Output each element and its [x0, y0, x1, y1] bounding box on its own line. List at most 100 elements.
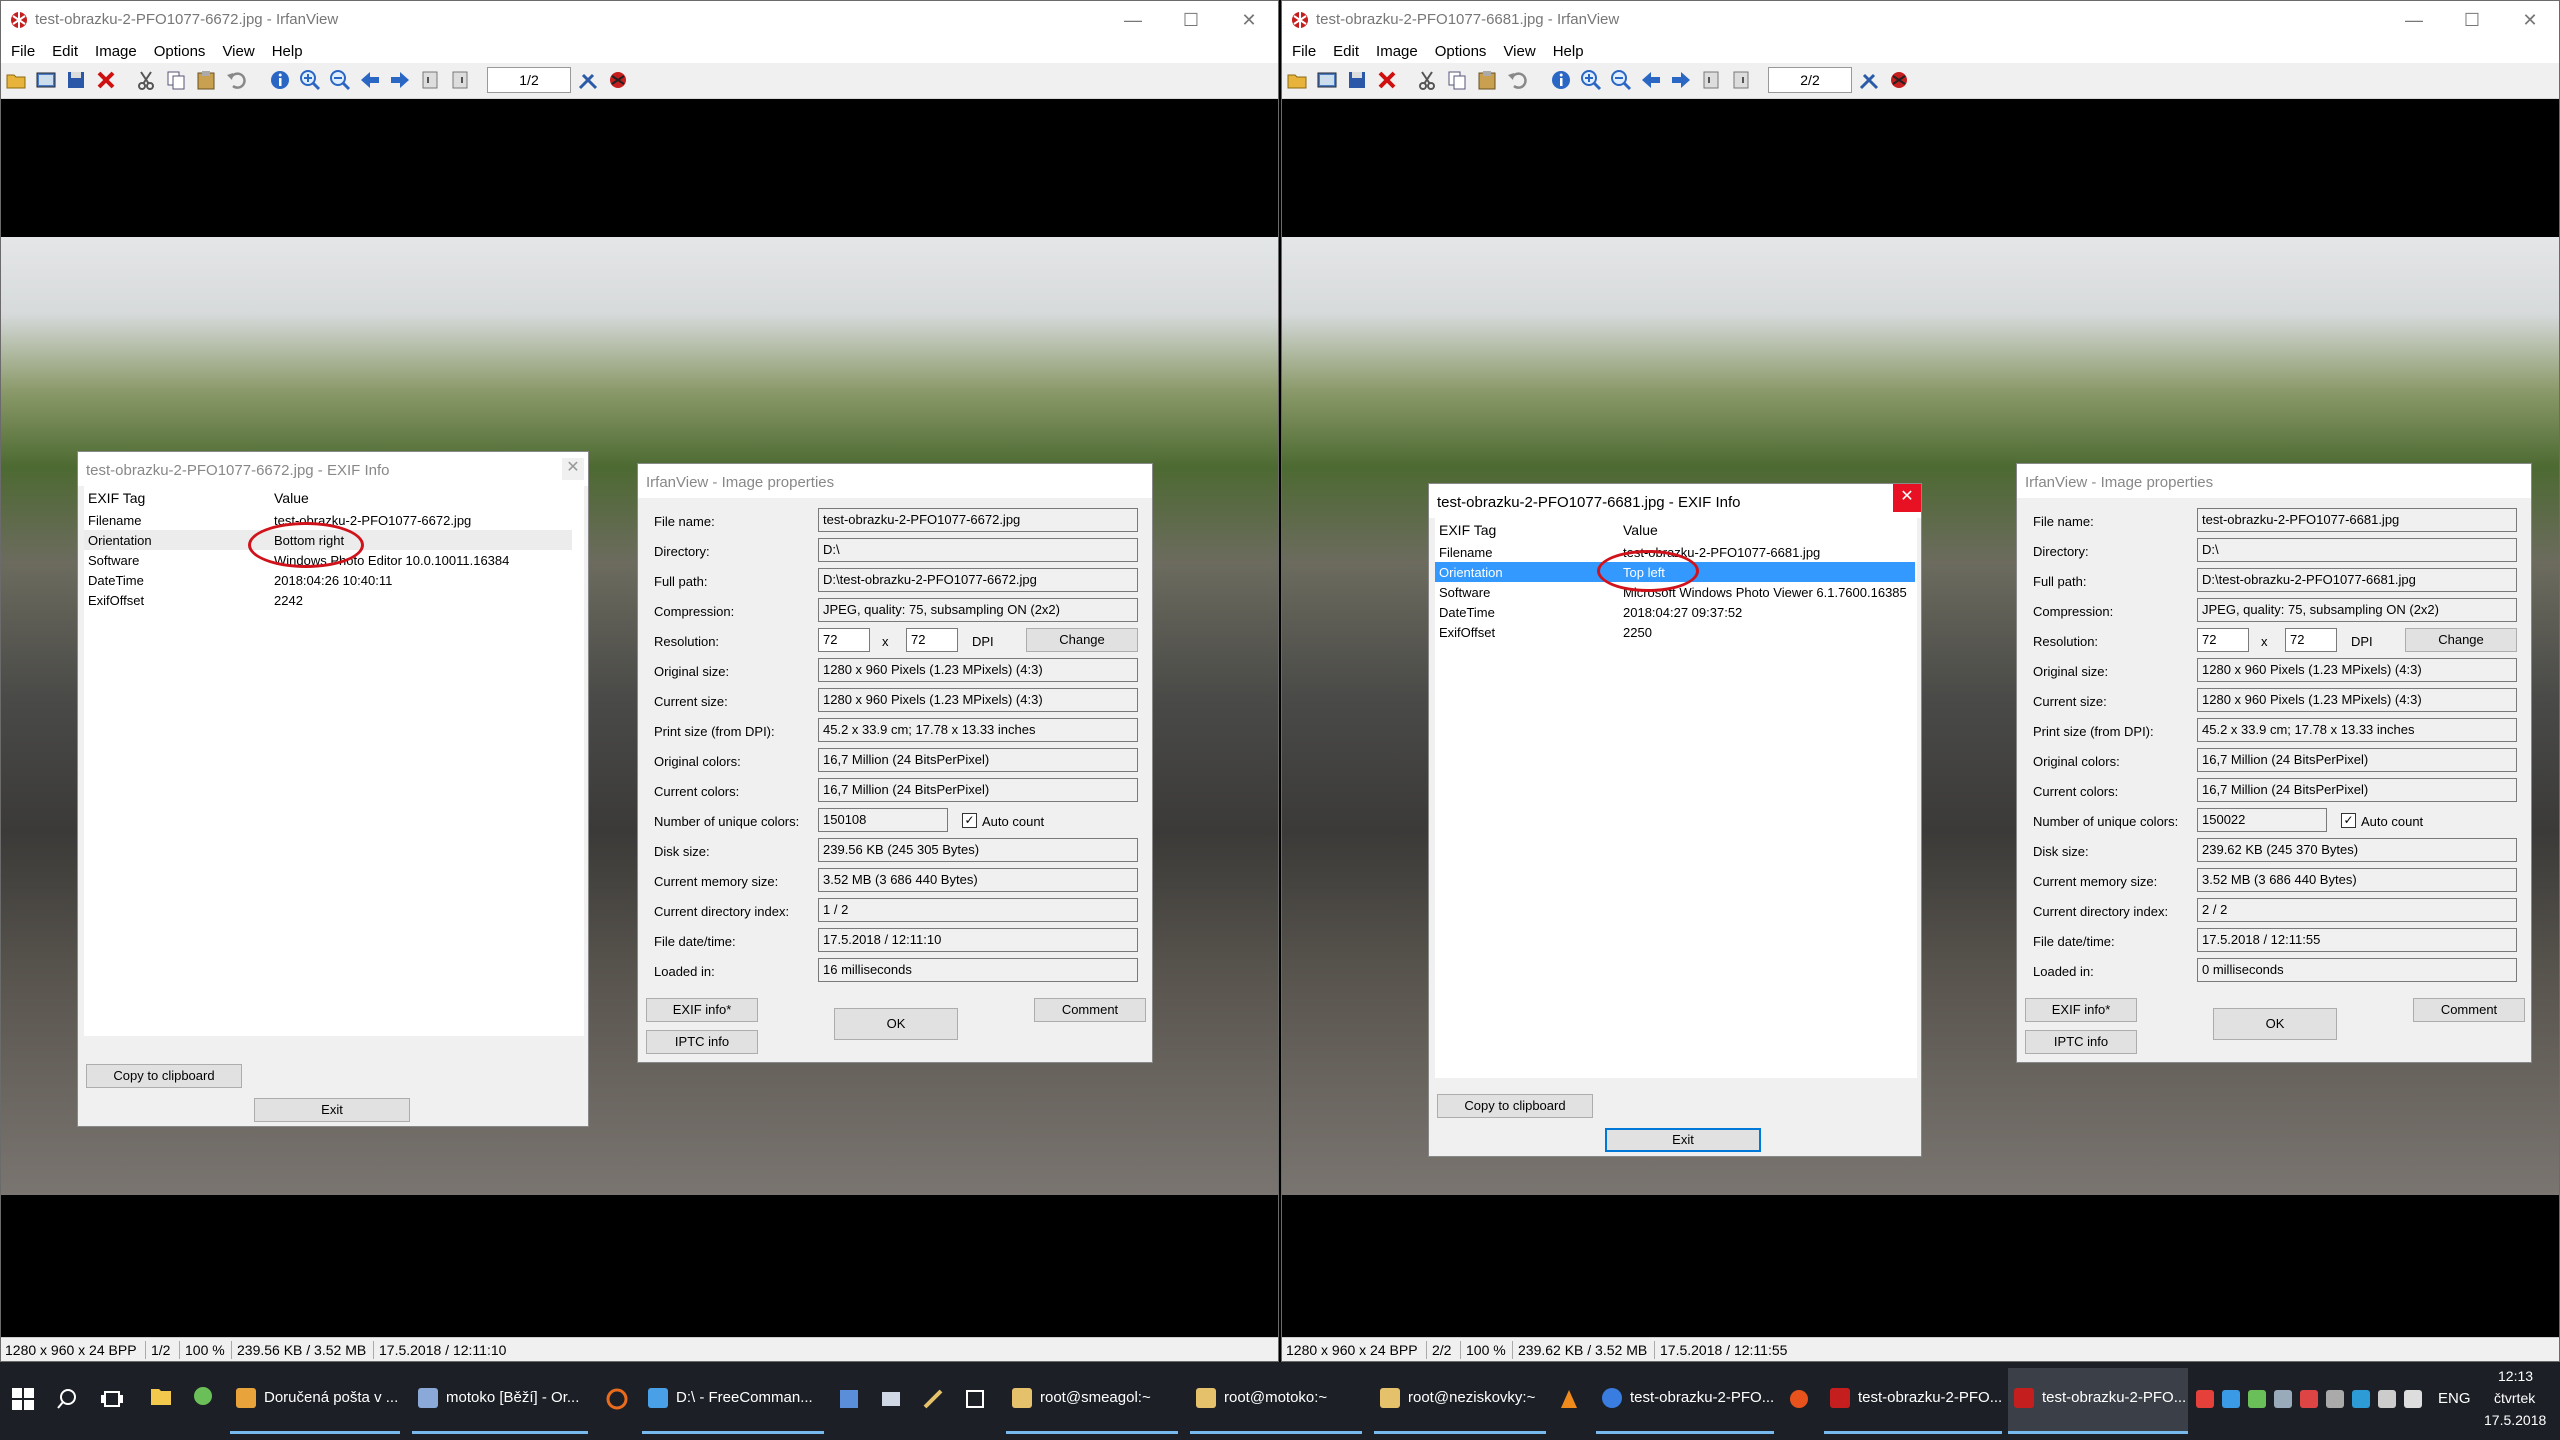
- copy-to-clipboard-button[interactable]: Copy to clipboard: [86, 1064, 242, 1088]
- clock-time[interactable]: 12:13: [2498, 1368, 2533, 1384]
- close-window-button[interactable]: ✕: [1220, 1, 1278, 39]
- taskbar-item-ssh-smeagol[interactable]: root@smeagol:~: [1006, 1368, 1178, 1434]
- change-button[interactable]: Change: [2405, 628, 2517, 652]
- menu-help[interactable]: Help: [262, 39, 310, 60]
- exif-table[interactable]: EXIF Tag Value Filename test-obrazku-2-PF…: [84, 486, 584, 1036]
- task-view-icon[interactable]: [100, 1388, 124, 1410]
- menu-image[interactable]: Image: [1366, 39, 1425, 60]
- copy-icon[interactable]: [1446, 69, 1468, 91]
- field-current-size[interactable]: 1280 x 960 Pixels (1.23 MPixels) (4:3): [818, 688, 1138, 712]
- dpi-x-input[interactable]: 72: [2197, 628, 2249, 652]
- open-folder-icon[interactable]: [5, 69, 27, 91]
- field-dir-index[interactable]: 2 / 2: [2197, 898, 2517, 922]
- menu-file[interactable]: File: [1, 39, 42, 60]
- taskbar-item-ssh-motoko[interactable]: root@motoko:~: [1190, 1368, 1362, 1434]
- field-original-colors[interactable]: 16,7 Million (24 BitsPerPixel): [818, 748, 1138, 772]
- comment-button[interactable]: Comment: [1034, 998, 1146, 1022]
- tray-app-icon[interactable]: [2248, 1390, 2266, 1408]
- windows-start-icon[interactable]: [12, 1388, 34, 1410]
- previous-image-icon[interactable]: [359, 69, 381, 91]
- zoom-in-icon[interactable]: [1580, 69, 1602, 91]
- field-compression[interactable]: JPEG, quality: 75, subsampling ON (2x2): [2197, 598, 2517, 622]
- page-number-box[interactable]: 2/2: [1768, 67, 1852, 93]
- field-original-colors[interactable]: 16,7 Million (24 BitsPerPixel): [2197, 748, 2517, 772]
- exif-info-button[interactable]: EXIF info*: [2025, 998, 2137, 1022]
- save-icon[interactable]: [1346, 69, 1368, 91]
- tray-app-icon[interactable]: [2196, 1390, 2214, 1408]
- paste-icon[interactable]: [195, 69, 217, 91]
- camera-app-icon[interactable]: [880, 1388, 902, 1410]
- field-directory[interactable]: D:\: [818, 538, 1138, 562]
- close-window-button[interactable]: ✕: [2501, 1, 2559, 39]
- irfanview-logo-icon[interactable]: [1888, 69, 1910, 91]
- change-button[interactable]: Change: [1026, 628, 1138, 652]
- menu-edit[interactable]: Edit: [42, 39, 85, 60]
- minimize-button[interactable]: —: [2385, 1, 2443, 39]
- copy-to-clipboard-button[interactable]: Copy to clipboard: [1437, 1094, 1593, 1118]
- language-indicator[interactable]: ENG: [2438, 1390, 2471, 1407]
- field-compression[interactable]: JPEG, quality: 75, subsampling ON (2x2): [818, 598, 1138, 622]
- box-app-icon[interactable]: [964, 1388, 986, 1410]
- taskbar-item-freecommander[interactable]: D:\ - FreeComman...: [642, 1368, 824, 1434]
- next-image-icon[interactable]: [389, 69, 411, 91]
- clock-date[interactable]: 17.5.2018: [2484, 1412, 2546, 1428]
- table-row[interactable]: DateTime 2018:04:26 10:40:11: [84, 570, 572, 590]
- table-row[interactable]: ExifOffset 2250: [1435, 622, 1915, 642]
- field-current-colors[interactable]: 16,7 Million (24 BitsPerPixel): [2197, 778, 2517, 802]
- chat-app-icon[interactable]: [192, 1386, 214, 1408]
- taskbar-item-irfanview-2[interactable]: test-obrazku-2-PFO...: [2008, 1368, 2188, 1434]
- ok-button[interactable]: OK: [2213, 1008, 2337, 1040]
- settings-icon[interactable]: [577, 69, 599, 91]
- table-row[interactable]: DateTime 2018:04:27 09:37:52: [1435, 602, 1915, 622]
- cut-icon[interactable]: [1416, 69, 1438, 91]
- save-icon[interactable]: [65, 69, 87, 91]
- field-file-datetime[interactable]: 17.5.2018 / 12:11:55: [2197, 928, 2517, 952]
- field-memory-size[interactable]: 3.52 MB (3 686 440 Bytes): [2197, 868, 2517, 892]
- field-file-datetime[interactable]: 17.5.2018 / 12:11:10: [818, 928, 1138, 952]
- exif-info-button[interactable]: EXIF info*: [646, 998, 758, 1022]
- firefox-icon[interactable]: [1788, 1388, 1810, 1410]
- comment-button[interactable]: Comment: [2413, 998, 2525, 1022]
- taskbar-item-virtualbox[interactable]: motoko [Běží] - Or...: [412, 1368, 588, 1434]
- exif-table[interactable]: EXIF Tag Value Filename test-obrazku-2-PF…: [1435, 518, 1917, 1078]
- paste-icon[interactable]: [1476, 69, 1498, 91]
- first-page-icon[interactable]: [1700, 69, 1722, 91]
- tray-app-icon[interactable]: [2222, 1390, 2240, 1408]
- field-disk-size[interactable]: 239.56 KB (245 305 Bytes): [818, 838, 1138, 862]
- settings-icon[interactable]: [1858, 69, 1880, 91]
- ok-button[interactable]: OK: [834, 1008, 958, 1040]
- col-header-tag[interactable]: EXIF Tag: [88, 490, 145, 506]
- menu-image[interactable]: Image: [85, 39, 144, 60]
- auto-count-checkbox[interactable]: ✓: [962, 813, 977, 828]
- iptc-info-button[interactable]: IPTC info: [2025, 1030, 2137, 1054]
- info-icon[interactable]: [269, 69, 291, 91]
- page-number-box[interactable]: 1/2: [487, 67, 571, 93]
- delete-icon[interactable]: [95, 69, 117, 91]
- field-loaded-in[interactable]: 0 milliseconds: [2197, 958, 2517, 982]
- iptc-info-button[interactable]: IPTC info: [646, 1030, 758, 1054]
- field-file-name[interactable]: test-obrazku-2-PFO1077-6681.jpg: [2197, 508, 2517, 532]
- col-header-value[interactable]: Value: [1623, 522, 1658, 538]
- undo-icon[interactable]: [225, 69, 247, 91]
- zoom-out-icon[interactable]: [1610, 69, 1632, 91]
- tray-app-icon[interactable]: [2274, 1390, 2292, 1408]
- last-page-icon[interactable]: [449, 69, 471, 91]
- menu-file[interactable]: File: [1282, 39, 1323, 60]
- menu-options[interactable]: Options: [144, 39, 213, 60]
- taskbar-item-browser[interactable]: test-obrazku-2-PFO...: [1596, 1368, 1774, 1434]
- next-image-icon[interactable]: [1670, 69, 1692, 91]
- field-unique-colors[interactable]: 150022: [2197, 808, 2327, 832]
- dialog-close-button[interactable]: ✕: [562, 458, 584, 480]
- title-bar[interactable]: test-obrazku-2-PFO1077-6681.jpg - IrfanV…: [1282, 1, 2559, 39]
- minimize-button[interactable]: —: [1104, 1, 1162, 39]
- maximize-button[interactable]: ☐: [1162, 1, 1220, 39]
- field-current-colors[interactable]: 16,7 Million (24 BitsPerPixel): [818, 778, 1138, 802]
- auto-count-checkbox[interactable]: ✓: [2341, 813, 2356, 828]
- exit-button[interactable]: Exit: [254, 1098, 410, 1122]
- menu-edit[interactable]: Edit: [1323, 39, 1366, 60]
- table-row[interactable]: ExifOffset 2242: [84, 590, 572, 610]
- exit-button[interactable]: Exit: [1605, 1128, 1761, 1152]
- field-original-size[interactable]: 1280 x 960 Pixels (1.23 MPixels) (4:3): [2197, 658, 2517, 682]
- field-directory[interactable]: D:\: [2197, 538, 2517, 562]
- cut-icon[interactable]: [135, 69, 157, 91]
